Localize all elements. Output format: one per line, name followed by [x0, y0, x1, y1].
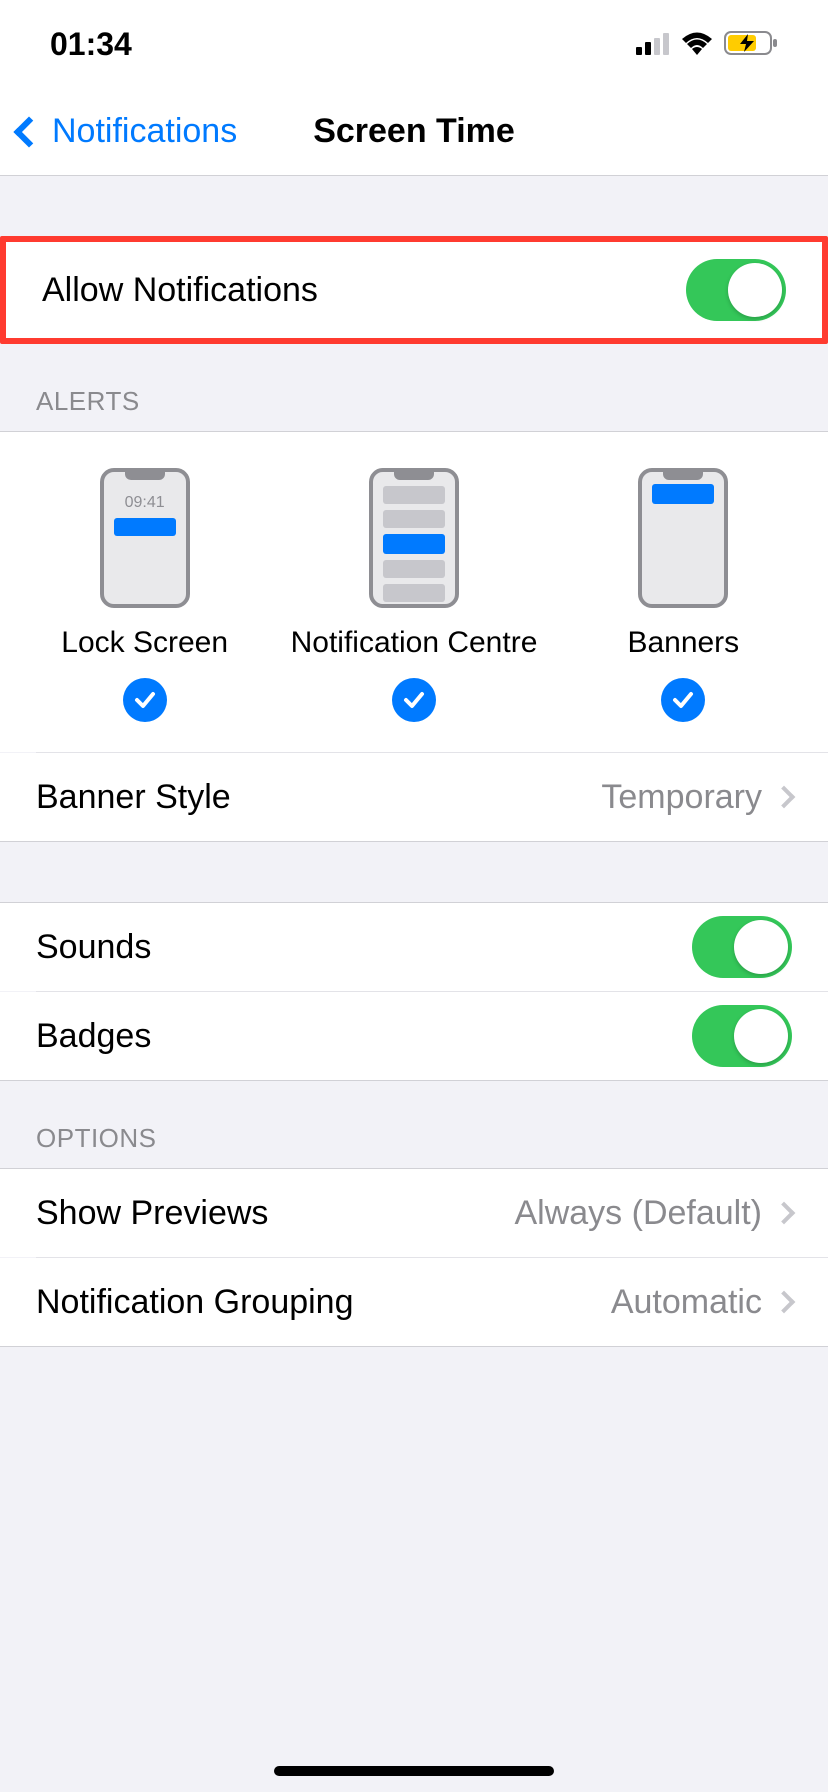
chevron-left-icon [13, 116, 44, 147]
alert-option-notification-centre[interactable]: Notification Centre [279, 468, 548, 722]
sounds-row: Sounds [0, 903, 828, 991]
battery-charging-icon [724, 26, 778, 63]
notification-grouping-label: Notification Grouping [36, 1283, 354, 1322]
show-previews-label: Show Previews [36, 1194, 268, 1233]
alert-label: Banners [627, 626, 739, 660]
alert-option-lock-screen[interactable]: 09:41 Lock Screen [10, 468, 279, 722]
banners-preview-icon [638, 468, 728, 608]
status-indicators [636, 26, 778, 63]
wifi-icon [680, 26, 714, 63]
show-previews-value: Always (Default) [514, 1194, 762, 1233]
badges-label: Badges [36, 1017, 151, 1056]
chevron-right-icon [773, 1291, 796, 1314]
allow-notifications-label: Allow Notifications [42, 271, 318, 310]
alerts-header: ALERTS [0, 344, 828, 431]
alert-label: Lock Screen [61, 626, 228, 660]
alert-label: Notification Centre [291, 626, 538, 660]
banner-style-value: Temporary [601, 778, 762, 817]
back-button[interactable]: Notifications [0, 112, 237, 151]
allow-notifications-highlight: Allow Notifications [0, 236, 828, 344]
lock-screen-preview-icon: 09:41 [100, 468, 190, 608]
allow-notifications-row: Allow Notifications [6, 242, 822, 338]
back-label: Notifications [52, 112, 237, 151]
notification-grouping-value: Automatic [611, 1283, 762, 1322]
checkmark-icon [661, 678, 705, 722]
show-previews-row[interactable]: Show Previews Always (Default) [0, 1169, 828, 1257]
chevron-right-icon [773, 1202, 796, 1225]
notification-centre-preview-icon [369, 468, 459, 608]
nav-bar: Notifications Screen Time [0, 88, 828, 176]
status-bar: 01:34 [0, 0, 828, 88]
checkmark-icon [123, 678, 167, 722]
cellular-icon [636, 26, 670, 63]
allow-notifications-toggle[interactable] [686, 259, 786, 321]
chevron-right-icon [773, 786, 796, 809]
checkmark-icon [392, 678, 436, 722]
home-indicator[interactable] [274, 1766, 554, 1776]
alert-styles-row: 09:41 Lock Screen Notification Centre Ba… [0, 432, 828, 752]
alert-option-banners[interactable]: Banners [549, 468, 818, 722]
banner-style-label: Banner Style [36, 778, 231, 817]
sounds-toggle[interactable] [692, 916, 792, 978]
options-header: OPTIONS [0, 1081, 828, 1168]
badges-toggle[interactable] [692, 1005, 792, 1067]
status-time: 01:34 [50, 26, 132, 63]
sounds-label: Sounds [36, 928, 151, 967]
badges-row: Badges [0, 992, 828, 1080]
notification-grouping-row[interactable]: Notification Grouping Automatic [0, 1258, 828, 1346]
banner-style-row[interactable]: Banner Style Temporary [0, 753, 828, 841]
